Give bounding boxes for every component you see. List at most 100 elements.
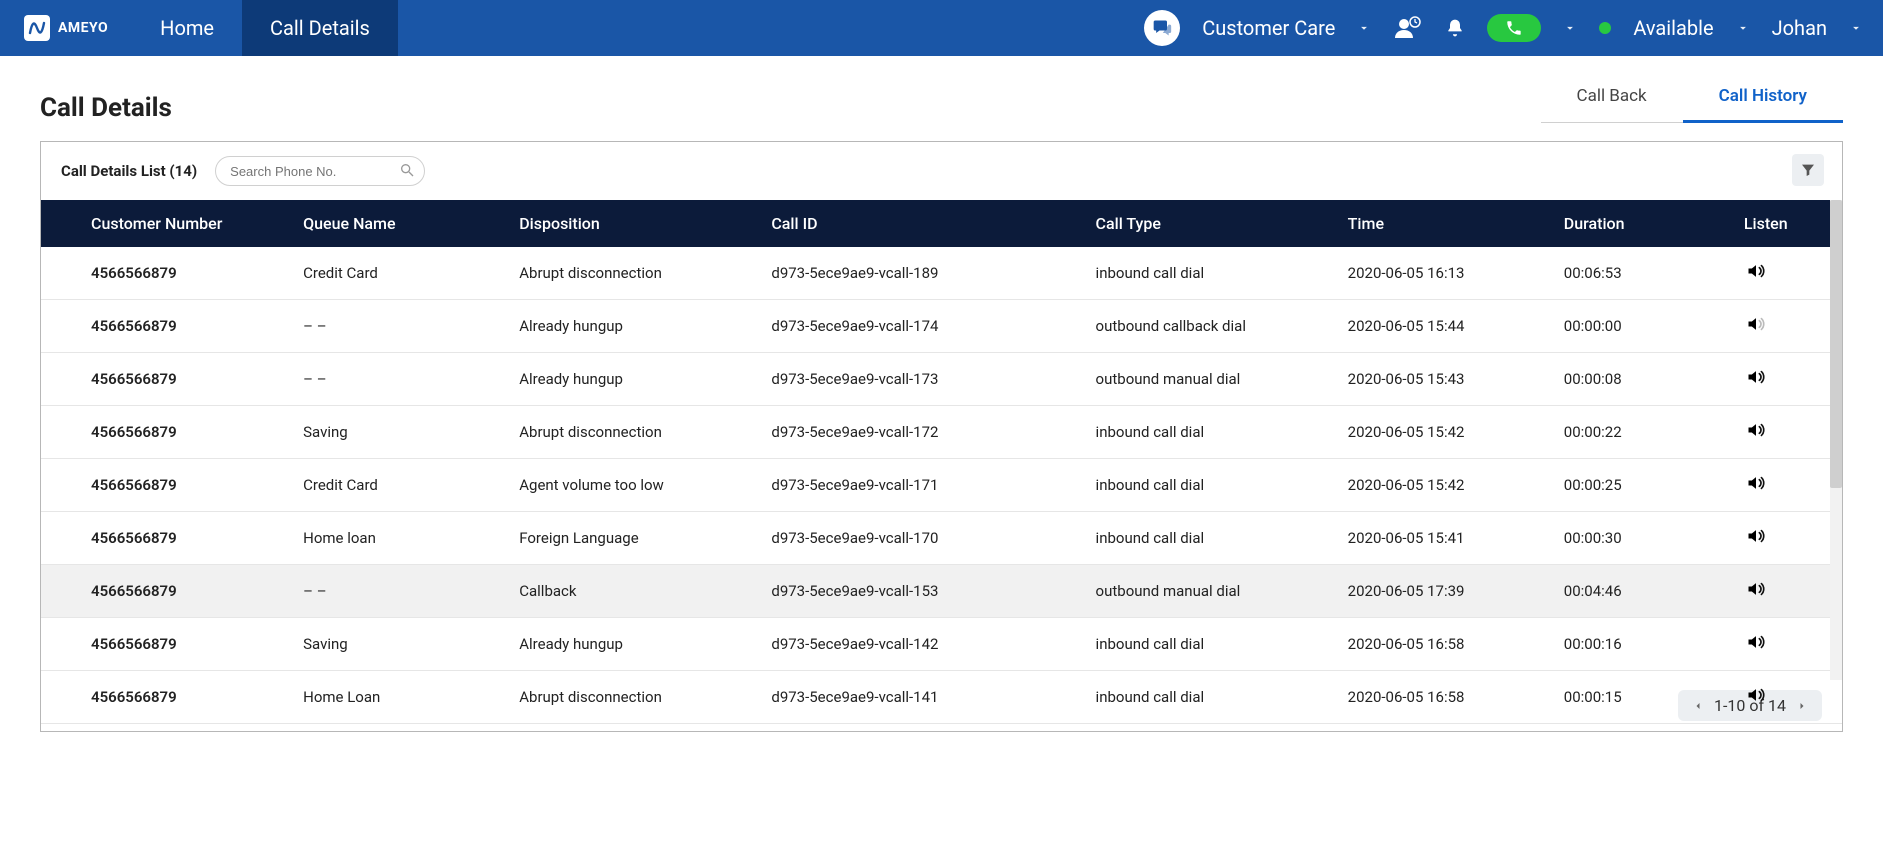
cell-call-id: d973-5ece9ae9-vcall-171 — [761, 459, 1085, 512]
cell-time: 2020-06-05 15:41 — [1338, 512, 1554, 565]
cell-disposition: Callback — [509, 565, 761, 618]
call-details-table: Customer Number Queue Name Disposition C… — [41, 200, 1842, 724]
speaker-icon[interactable] — [1744, 473, 1768, 493]
cell-call-id: d973-5ece9ae9-vcall-172 — [761, 406, 1085, 459]
scrollbar-thumb[interactable] — [1830, 200, 1842, 488]
filter-button[interactable] — [1792, 154, 1824, 186]
call-button[interactable] — [1487, 14, 1541, 42]
cell-call-id: d973-5ece9ae9-vcall-153 — [761, 565, 1085, 618]
cell-time: 2020-06-05 15:43 — [1338, 353, 1554, 406]
cell-call-id: d973-5ece9ae9-vcall-170 — [761, 512, 1085, 565]
speaker-icon[interactable] — [1744, 685, 1768, 705]
table-row[interactable]: 4566566879– –Already hungupd973-5ece9ae9… — [41, 353, 1842, 406]
speaker-icon[interactable] — [1744, 367, 1768, 387]
cell-duration: 00:04:46 — [1554, 565, 1734, 618]
cell-listen — [1734, 618, 1842, 671]
search-icon[interactable] — [399, 162, 415, 178]
panel-toolbar: Call Details List (14) — [41, 142, 1842, 200]
cell-time: 2020-06-05 16:58 — [1338, 618, 1554, 671]
cell-customer-number: 4566566879 — [41, 300, 293, 353]
tab-home[interactable]: Home — [132, 0, 242, 56]
page-header: Call Details Call Back Call History — [40, 76, 1843, 123]
cell-listen — [1734, 353, 1842, 406]
cell-call-type: inbound call dial — [1086, 618, 1338, 671]
cell-disposition: Agent volume too low — [509, 459, 761, 512]
cell-disposition: Already hungup — [509, 300, 761, 353]
campaign-selector[interactable]: Customer Care — [1202, 16, 1335, 40]
speaker-icon — [1744, 314, 1768, 334]
speaker-icon[interactable] — [1744, 526, 1768, 546]
chat-icon[interactable] — [1144, 10, 1180, 46]
cell-call-type: inbound call dial — [1086, 512, 1338, 565]
cell-listen — [1734, 565, 1842, 618]
subtab-call-history[interactable]: Call History — [1683, 76, 1843, 123]
table-row[interactable]: 4566566879Home LoanAbrupt disconnectiond… — [41, 671, 1842, 724]
table-row[interactable]: 4566566879– –Callbackd973-5ece9ae9-vcall… — [41, 565, 1842, 618]
cell-disposition: Foreign Language — [509, 512, 761, 565]
cell-customer-number: 4566566879 — [41, 512, 293, 565]
subtabs: Call Back Call History — [1541, 76, 1843, 123]
table-row[interactable]: 4566566879– –Already hungupd973-5ece9ae9… — [41, 300, 1842, 353]
list-title: Call Details List (14) — [61, 162, 197, 180]
col-duration[interactable]: Duration — [1554, 200, 1734, 247]
chevron-down-icon[interactable] — [1736, 21, 1750, 35]
cell-duration: 00:06:53 — [1554, 247, 1734, 300]
tab-call-details[interactable]: Call Details — [242, 0, 398, 56]
col-call-id[interactable]: Call ID — [761, 200, 1085, 247]
page: Call Details Call Back Call History Call… — [0, 56, 1883, 732]
speaker-icon[interactable] — [1744, 261, 1768, 281]
cell-queue-name: – – — [293, 353, 509, 406]
cell-call-id: d973-5ece9ae9-vcall-141 — [761, 671, 1085, 724]
cell-time: 2020-06-05 16:58 — [1338, 671, 1554, 724]
topbar-right: Customer Care Available Johan — [1144, 10, 1863, 46]
chevron-down-icon[interactable] — [1357, 21, 1371, 35]
search-input[interactable] — [215, 156, 425, 186]
chevron-down-icon[interactable] — [1563, 21, 1577, 35]
presence-status[interactable]: Available — [1633, 16, 1713, 40]
cell-call-type: inbound call dial — [1086, 459, 1338, 512]
cell-duration: 00:00:00 — [1554, 300, 1734, 353]
status-indicator-icon — [1599, 22, 1611, 34]
subtab-call-back[interactable]: Call Back — [1541, 76, 1683, 123]
cell-queue-name: Saving — [293, 406, 509, 459]
top-tabs: Home Call Details — [132, 0, 398, 56]
col-queue-name[interactable]: Queue Name — [293, 200, 509, 247]
call-details-panel: Call Details List (14) Customer Number Q… — [40, 141, 1843, 732]
cell-call-id: d973-5ece9ae9-vcall-173 — [761, 353, 1085, 406]
cell-duration: 00:00:30 — [1554, 512, 1734, 565]
cell-disposition: Already hungup — [509, 618, 761, 671]
bell-icon[interactable] — [1445, 17, 1465, 39]
table-row[interactable]: 4566566879SavingAlready hungupd973-5ece9… — [41, 618, 1842, 671]
cell-queue-name: Home Loan — [293, 671, 509, 724]
cell-call-type: outbound manual dial — [1086, 353, 1338, 406]
brand-logo-icon — [24, 15, 50, 41]
col-listen[interactable]: Listen — [1734, 200, 1842, 247]
cell-disposition: Abrupt disconnection — [509, 671, 761, 724]
speaker-icon[interactable] — [1744, 579, 1768, 599]
user-menu[interactable]: Johan — [1772, 16, 1827, 40]
table-container: Customer Number Queue Name Disposition C… — [41, 200, 1842, 680]
cell-disposition: Abrupt disconnection — [509, 406, 761, 459]
col-call-type[interactable]: Call Type — [1086, 200, 1338, 247]
cell-listen — [1734, 459, 1842, 512]
cell-call-id: d973-5ece9ae9-vcall-142 — [761, 618, 1085, 671]
cell-customer-number: 4566566879 — [41, 459, 293, 512]
speaker-icon[interactable] — [1744, 632, 1768, 652]
cell-call-type: outbound manual dial — [1086, 565, 1338, 618]
cell-call-type: inbound call dial — [1086, 671, 1338, 724]
chevron-down-icon[interactable] — [1849, 21, 1863, 35]
cell-time: 2020-06-05 15:44 — [1338, 300, 1554, 353]
table-row[interactable]: 4566566879Credit CardAgent volume too lo… — [41, 459, 1842, 512]
table-row[interactable]: 4566566879Home loanForeign Languaged973-… — [41, 512, 1842, 565]
col-customer-number[interactable]: Customer Number — [41, 200, 293, 247]
cell-duration: 00:00:16 — [1554, 618, 1734, 671]
speaker-icon[interactable] — [1744, 420, 1768, 440]
col-disposition[interactable]: Disposition — [509, 200, 761, 247]
agent-status-icon[interactable] — [1393, 16, 1423, 40]
cell-customer-number: 4566566879 — [41, 565, 293, 618]
cell-queue-name: Credit Card — [293, 247, 509, 300]
col-time[interactable]: Time — [1338, 200, 1554, 247]
cell-disposition: Abrupt disconnection — [509, 247, 761, 300]
table-row[interactable]: 4566566879Credit CardAbrupt disconnectio… — [41, 247, 1842, 300]
table-row[interactable]: 4566566879SavingAbrupt disconnectiond973… — [41, 406, 1842, 459]
